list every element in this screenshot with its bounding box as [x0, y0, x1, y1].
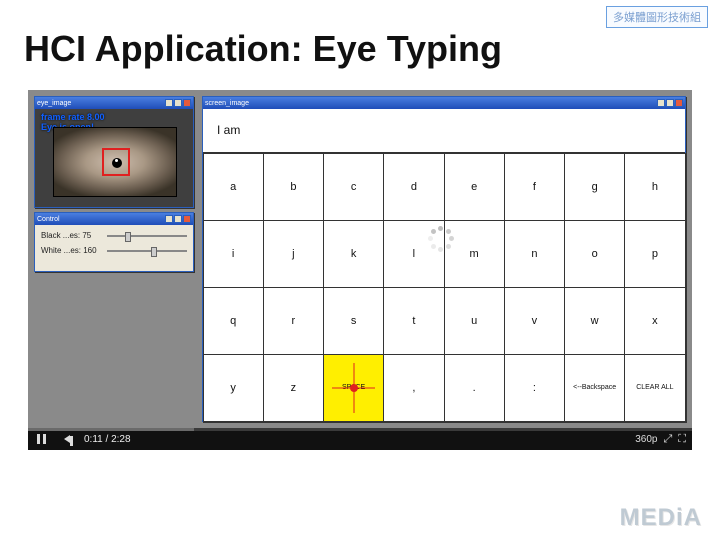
key-n[interactable]: n	[504, 220, 565, 288]
close-button[interactable]	[183, 99, 191, 107]
pause-icon	[37, 434, 46, 444]
control-window-content: Black ...es: 75 White ...es: 160	[35, 225, 193, 271]
left-column: eye_image frame rate 8.00 Eye is open!	[28, 90, 198, 428]
video-controls: 0:11 / 2:28 360p ⤢ ⛶	[28, 428, 692, 450]
key-i[interactable]: i	[203, 220, 264, 288]
window-buttons	[657, 99, 683, 107]
eye-window-content: frame rate 8.00 Eye is open!	[35, 109, 193, 207]
keyboard-window-title: screen_image	[205, 100, 249, 107]
eye-tracker-window: eye_image frame rate 8.00 Eye is open!	[34, 96, 194, 208]
slider-row-1: Black ...es: 75	[41, 231, 187, 240]
key-[interactable]: ,	[383, 354, 444, 422]
slider1-track[interactable]	[107, 235, 187, 237]
eye-window-titlebar[interactable]: eye_image	[35, 97, 193, 109]
key-a[interactable]: a	[203, 153, 264, 221]
eye-window-title: eye_image	[37, 100, 71, 107]
key-c[interactable]: c	[323, 153, 384, 221]
maximize-button[interactable]	[174, 215, 182, 223]
maximize-button[interactable]	[666, 99, 674, 107]
keyboard-window: screen_image I am abcdefgh ijklmnop qrstuv…	[202, 96, 686, 422]
fullscreen-icon[interactable]: ⛶	[678, 433, 686, 446]
time-total: 2:28	[111, 434, 130, 445]
key-q[interactable]: q	[203, 287, 264, 355]
slider1-thumb[interactable]	[125, 232, 131, 242]
key-backspace[interactable]: <--Backspace	[564, 354, 625, 422]
minimize-button[interactable]	[165, 99, 173, 107]
progress-bar[interactable]	[28, 428, 692, 431]
pause-button[interactable]	[28, 430, 54, 449]
key-w[interactable]: w	[564, 287, 625, 355]
window-buttons	[165, 215, 191, 223]
time-elapsed: 0:11	[84, 434, 103, 445]
key-l[interactable]: l	[383, 220, 444, 288]
right-column: screen_image I am abcdefgh ijklmnop qrstuv…	[198, 90, 692, 428]
key-clear-all[interactable]: CLEAR ALL	[624, 354, 685, 422]
key-o[interactable]: o	[564, 220, 625, 288]
keyboard-grid: abcdefgh ijklmnop qrstuvwx yzSPACE,.:<--Bac…	[203, 153, 685, 421]
key-x[interactable]: x	[624, 287, 685, 355]
key-u[interactable]: u	[444, 287, 505, 355]
key-t[interactable]: t	[383, 287, 444, 355]
close-button[interactable]	[675, 99, 683, 107]
video-body: eye_image frame rate 8.00 Eye is open!	[28, 90, 692, 428]
media-watermark: MEDiA	[620, 504, 702, 532]
timecode: 0:11 / 2:28	[84, 434, 131, 445]
key-g[interactable]: g	[564, 153, 625, 221]
window-buttons	[165, 99, 191, 107]
key-[interactable]: .	[444, 354, 505, 422]
slider2-track[interactable]	[107, 250, 187, 252]
control-window-title: Control	[37, 216, 60, 223]
keyboard-window-titlebar[interactable]: screen_image	[203, 97, 685, 109]
control-window: Control Black ...es: 75	[34, 212, 194, 272]
key-f[interactable]: f	[504, 153, 565, 221]
slider-row-2: White ...es: 160	[41, 246, 187, 255]
key-v[interactable]: v	[504, 287, 565, 355]
glint-marker	[115, 159, 118, 162]
quality-selector[interactable]: 360p	[635, 434, 657, 445]
key-k[interactable]: k	[323, 220, 384, 288]
gaze-crosshair-icon	[324, 355, 383, 421]
eye-detection-box	[102, 148, 130, 176]
right-controls: 360p ⤢ ⛶	[635, 433, 692, 446]
key-j[interactable]: j	[263, 220, 324, 288]
close-button[interactable]	[183, 215, 191, 223]
minimize-button[interactable]	[165, 215, 173, 223]
volume-button[interactable]	[54, 430, 80, 449]
eye-camera-image	[53, 127, 177, 197]
typed-text-area: I am	[203, 109, 685, 153]
key-b[interactable]: b	[263, 153, 324, 221]
video-player: eye_image frame rate 8.00 Eye is open!	[28, 90, 692, 450]
slider2-thumb[interactable]	[151, 247, 157, 257]
key-e[interactable]: e	[444, 153, 505, 221]
key-d[interactable]: d	[383, 153, 444, 221]
key-s[interactable]: s	[323, 287, 384, 355]
key-h[interactable]: h	[624, 153, 685, 221]
key-m[interactable]: m	[444, 220, 505, 288]
key-space[interactable]: SPACE	[323, 354, 384, 422]
minimize-button[interactable]	[657, 99, 665, 107]
corner-badge: 多媒體圖形技術組	[606, 6, 708, 28]
control-window-titlebar[interactable]: Control	[35, 213, 193, 225]
maximize-button[interactable]	[174, 99, 182, 107]
progress-loaded	[28, 428, 194, 431]
volume-icon	[64, 435, 70, 443]
key-y[interactable]: y	[203, 354, 264, 422]
keyboard-body: I am abcdefgh ijklmnop qrstuvwx yzSPACE,.:<…	[203, 109, 685, 421]
key-[interactable]: :	[504, 354, 565, 422]
theater-mode-icon[interactable]: ⤢	[663, 433, 672, 446]
key-z[interactable]: z	[263, 354, 324, 422]
key-p[interactable]: p	[624, 220, 685, 288]
key-r[interactable]: r	[263, 287, 324, 355]
slider1-label: Black ...es: 75	[41, 231, 103, 240]
slider2-label: White ...es: 160	[41, 246, 103, 255]
